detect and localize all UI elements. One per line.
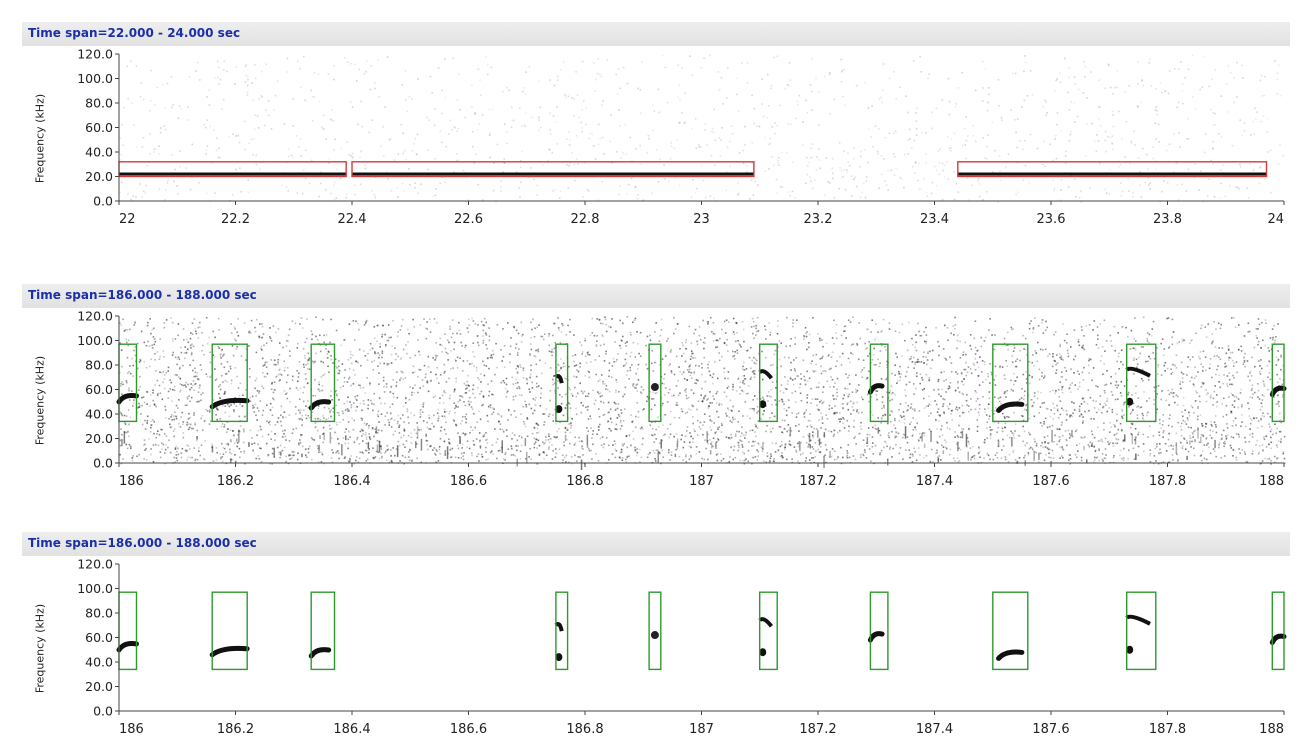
x-tick-label: 22 bbox=[119, 212, 136, 227]
spectrogram-panel-1: Time span=22.000 - 24.000 sec Frequency … bbox=[22, 22, 1290, 246]
y-tick-label: 0.0 bbox=[93, 456, 113, 471]
y-tick-label: 100.0 bbox=[77, 333, 113, 348]
y-tick-label: 20.0 bbox=[85, 169, 113, 184]
spectrogram-plot[interactable]: 120.0 100.0 80.0 60.0 40.0 20.0 0.0 186 186.2 186… bbox=[22, 556, 1290, 756]
y-tick-label: 100.0 bbox=[77, 581, 113, 596]
y-tick-label: 40.0 bbox=[85, 407, 113, 422]
plot-area bbox=[119, 564, 1284, 711]
y-tick-label: 120.0 bbox=[77, 47, 113, 62]
time-span-label: Time span=186.000 - 188.000 sec bbox=[28, 536, 257, 550]
x-tick-label: 23.6 bbox=[1037, 212, 1066, 227]
x-tick-label: 24 bbox=[1267, 212, 1284, 227]
x-tick-label: 23.4 bbox=[920, 212, 949, 227]
x-tick-label: 186 bbox=[119, 722, 144, 737]
x-tick-label: 188 bbox=[1259, 722, 1284, 737]
x-tick-label: 186.2 bbox=[217, 722, 254, 737]
spectrogram-panel-2: Time span=186.000 - 188.000 sec Frequenc… bbox=[22, 284, 1290, 508]
x-tick-label: 23.2 bbox=[804, 212, 833, 227]
plot-area bbox=[119, 54, 1284, 201]
x-tick-label: 186.2 bbox=[217, 474, 254, 489]
x-tick-label: 188 bbox=[1259, 474, 1284, 489]
x-tick-label: 186.4 bbox=[333, 474, 370, 489]
x-tick-label: 187.6 bbox=[1032, 722, 1069, 737]
y-tick-label: 60.0 bbox=[85, 382, 113, 397]
x-tick-label: 186.6 bbox=[450, 474, 487, 489]
time-span-label: Time span=22.000 - 24.000 sec bbox=[28, 26, 240, 40]
time-span-label: Time span=186.000 - 188.000 sec bbox=[28, 288, 257, 302]
y-tick-label: 120.0 bbox=[77, 557, 113, 572]
y-tick-label: 0.0 bbox=[93, 194, 113, 209]
y-tick-label: 80.0 bbox=[85, 606, 113, 621]
y-tick-label: 80.0 bbox=[85, 96, 113, 111]
call-trace bbox=[651, 631, 659, 639]
y-tick-label: 0.0 bbox=[93, 704, 113, 719]
y-tick-label: 20.0 bbox=[85, 679, 113, 694]
x-tick-label: 22.6 bbox=[454, 212, 483, 227]
x-tick-label: 187 bbox=[689, 722, 714, 737]
x-tick-label: 187 bbox=[689, 474, 714, 489]
x-tick-label: 186.6 bbox=[450, 722, 487, 737]
x-tick-label: 186.8 bbox=[566, 474, 603, 489]
x-tick-label: 23 bbox=[693, 212, 710, 227]
y-tick-label: 100.0 bbox=[77, 71, 113, 86]
spectrogram-plot[interactable]: 120.0 100.0 80.0 60.0 40.0 20.0 0.0 186 186.2 186… bbox=[22, 308, 1290, 508]
x-tick-label: 23.8 bbox=[1153, 212, 1182, 227]
x-tick-label: 187.6 bbox=[1032, 474, 1069, 489]
x-tick-label: 186 bbox=[119, 474, 144, 489]
y-tick-label: 40.0 bbox=[85, 145, 113, 160]
x-tick-label: 187.8 bbox=[1149, 474, 1186, 489]
y-tick-label: 20.0 bbox=[85, 431, 113, 446]
panel-header: Time span=22.000 - 24.000 sec bbox=[22, 22, 1290, 46]
y-tick-label: 60.0 bbox=[85, 630, 113, 645]
y-tick-label: 60.0 bbox=[85, 120, 113, 135]
y-tick-label: 40.0 bbox=[85, 655, 113, 670]
panel-header: Time span=186.000 - 188.000 sec bbox=[22, 284, 1290, 308]
plot-area bbox=[119, 316, 1284, 463]
x-tick-label: 22.4 bbox=[338, 212, 367, 227]
x-tick-label: 186.4 bbox=[333, 722, 370, 737]
x-tick-label: 187.2 bbox=[799, 474, 836, 489]
x-tick-label: 187.2 bbox=[799, 722, 836, 737]
x-tick-label: 187.8 bbox=[1149, 722, 1186, 737]
x-tick-label: 187.4 bbox=[916, 722, 953, 737]
x-tick-label: 186.8 bbox=[566, 722, 603, 737]
x-tick-label: 187.4 bbox=[916, 474, 953, 489]
y-tick-label: 120.0 bbox=[77, 309, 113, 324]
x-tick-label: 22.2 bbox=[221, 212, 250, 227]
panel-header: Time span=186.000 - 188.000 sec bbox=[22, 532, 1290, 556]
spectrogram-plot[interactable]: 120.0 100.0 80.0 60.0 40.0 20.0 0.0 22 22.2 22.4 2… bbox=[22, 46, 1290, 246]
spectrogram-panel-3: Time span=186.000 - 188.000 sec Frequenc… bbox=[22, 532, 1290, 756]
y-tick-label: 80.0 bbox=[85, 358, 113, 373]
x-tick-label: 22.8 bbox=[571, 212, 600, 227]
call-trace bbox=[651, 383, 659, 391]
